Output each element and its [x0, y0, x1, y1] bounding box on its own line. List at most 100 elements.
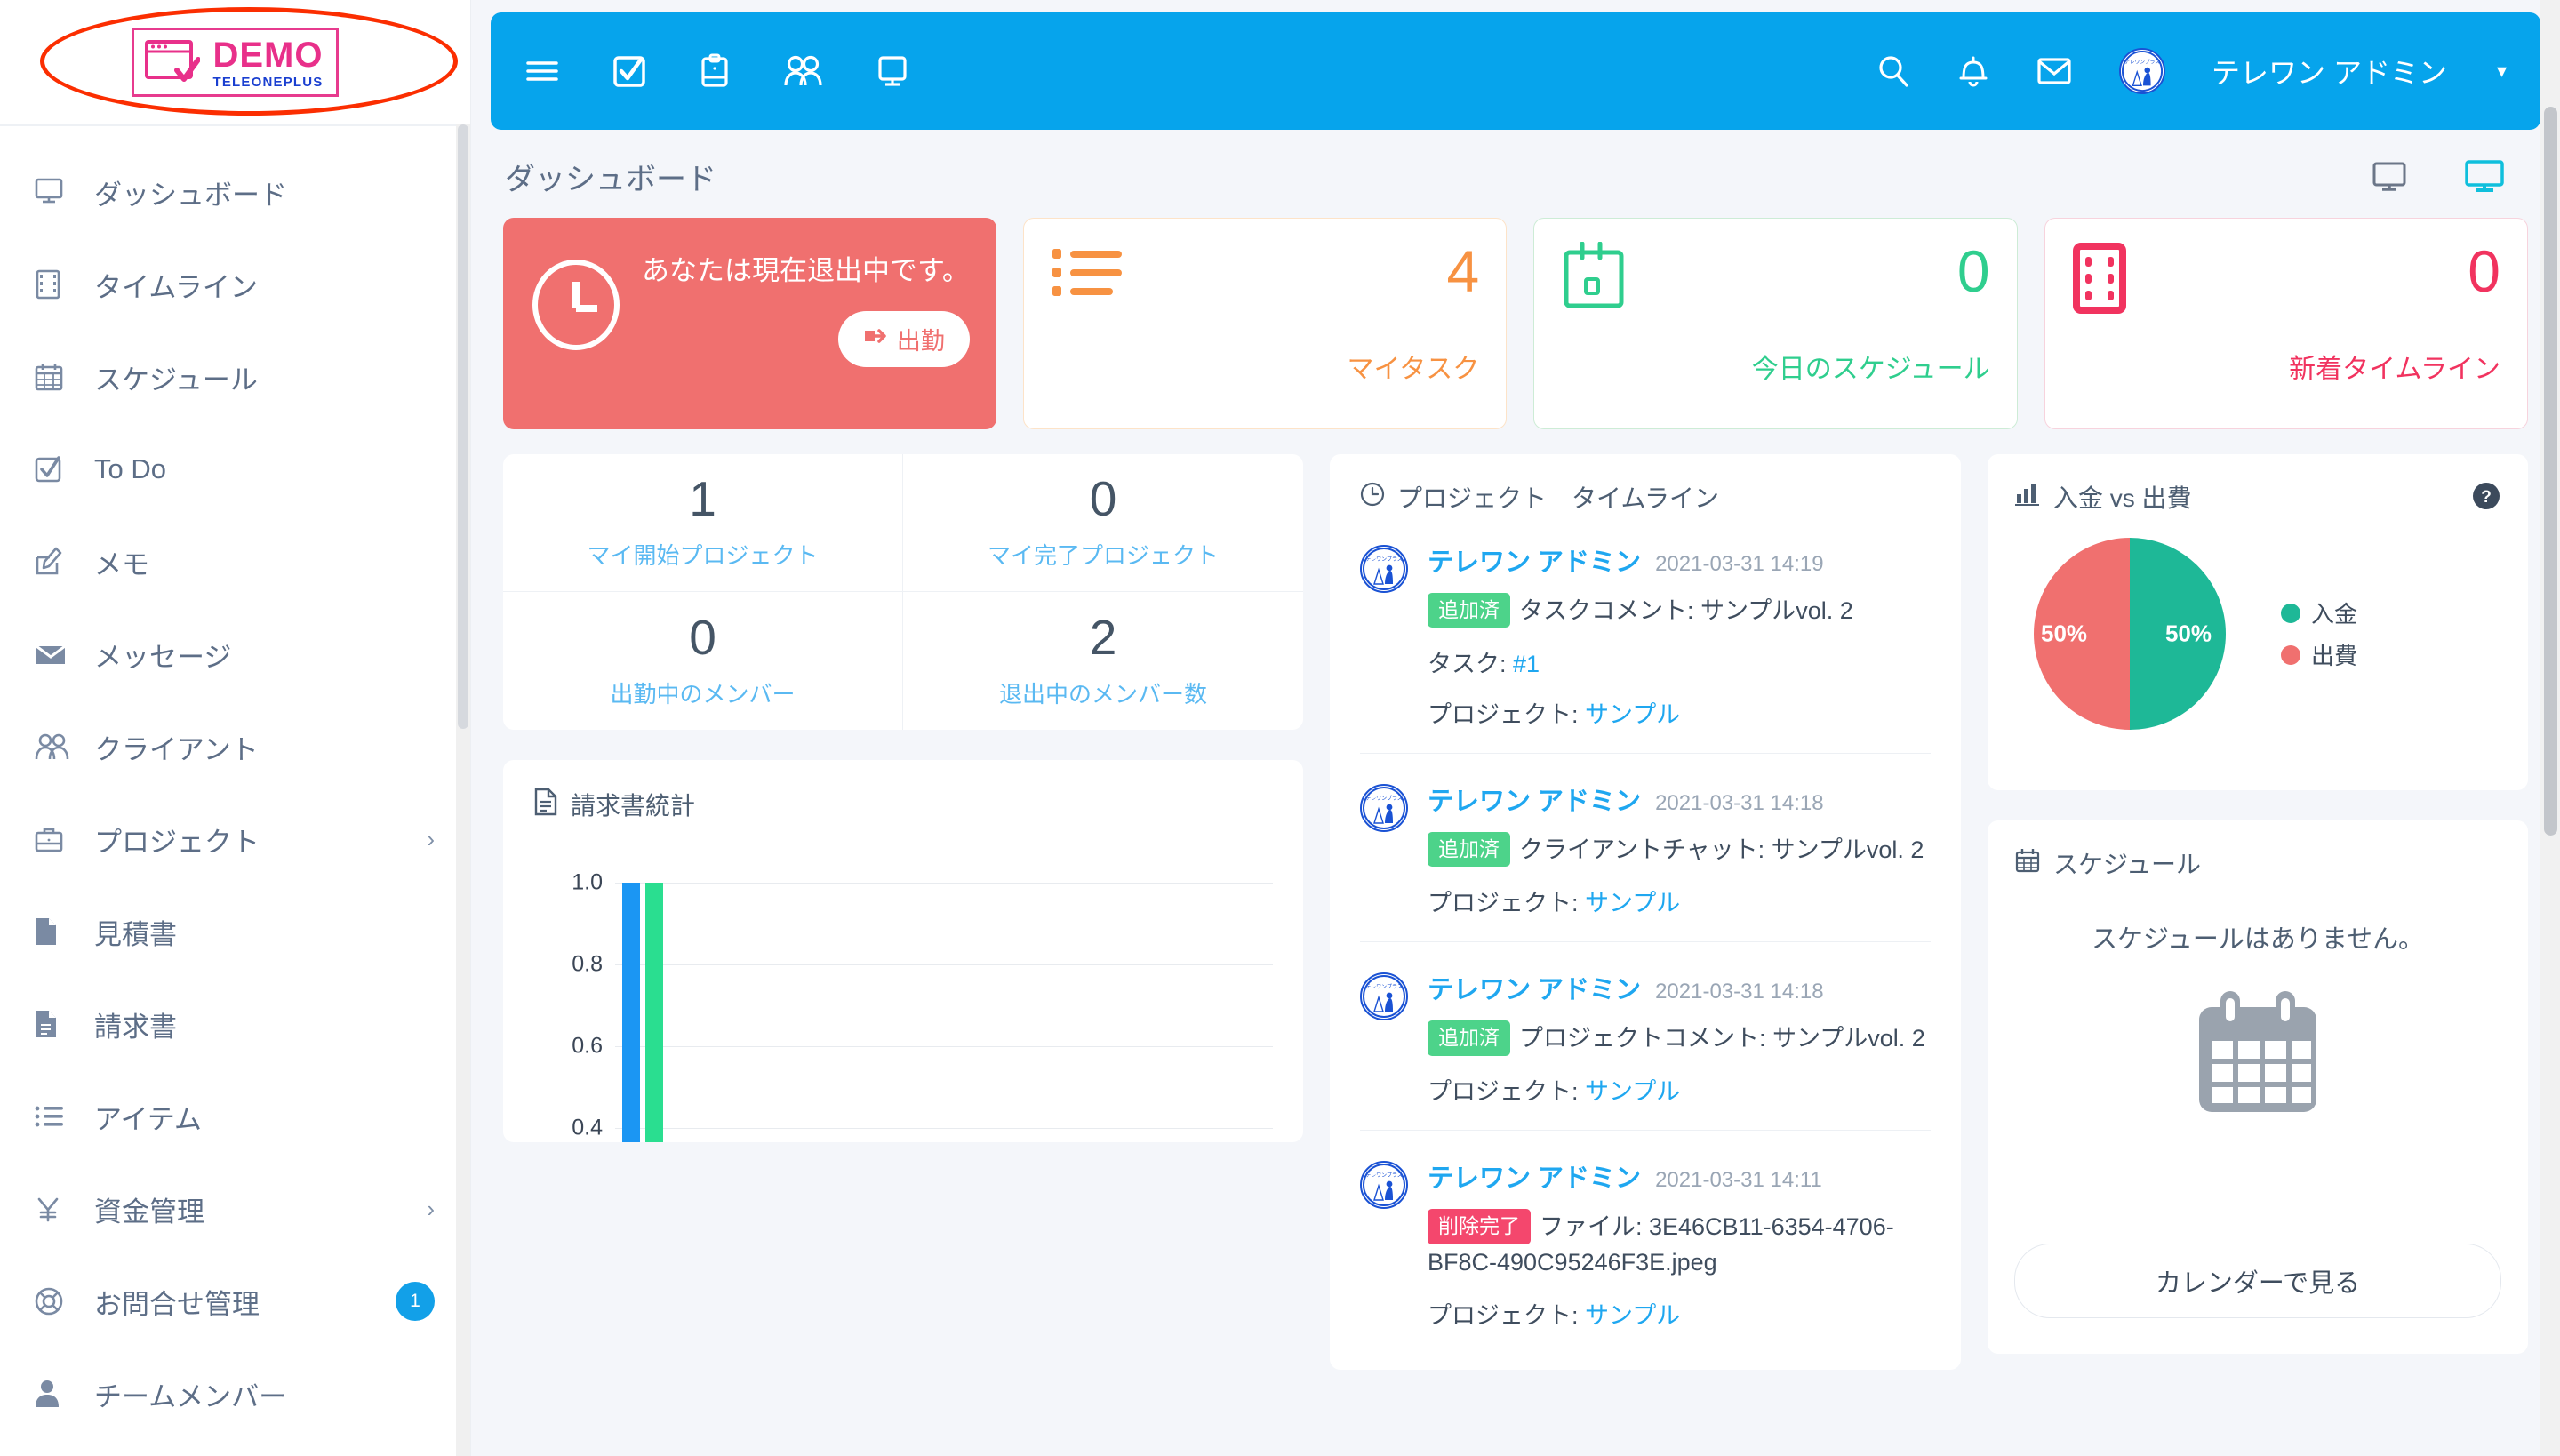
- timeline-meta-value[interactable]: サンプル: [1585, 890, 1680, 916]
- timeline-body: テレワン アドミン 2021-03-31 14:18 追加済 クライアントチャット: …: [1428, 780, 1931, 918]
- sidebar-item-0[interactable]: ダッシュボード: [0, 146, 470, 238]
- sidebar-item-1[interactable]: タイムライン: [0, 238, 470, 331]
- timeline-item: テレワンプラス テレワン アドミン 2021-03-31 14:18 追加済 プロジェク…: [1360, 942, 1931, 1132]
- avatar[interactable]: テレワンプラス: [1360, 545, 1408, 593]
- timeline-meta-label: タスク:: [1428, 651, 1514, 678]
- sidebar-item-5[interactable]: メッセージ: [0, 608, 470, 700]
- sidebar-item-9[interactable]: 請求書: [0, 978, 470, 1070]
- calendar-icon: [2014, 847, 2041, 880]
- search-icon[interactable]: [1876, 53, 1911, 89]
- sidebar-item-label: クライアント: [94, 733, 259, 765]
- sidebar-item-10[interactable]: アイテム: [0, 1070, 470, 1163]
- timeline-user[interactable]: テレワン アドミン: [1428, 969, 1641, 1006]
- clock-icon: [530, 259, 622, 356]
- project-stat-cell[interactable]: 1 マイ開始プロジェクト: [503, 454, 903, 592]
- timeline-user[interactable]: テレワン アドミン: [1428, 1157, 1641, 1195]
- avatar[interactable]: テレワンプラス: [1360, 784, 1408, 833]
- users-icon[interactable]: [782, 54, 823, 88]
- clock-icon: [1360, 482, 1385, 513]
- sidebar-item-7[interactable]: プロジェクト ›: [0, 793, 470, 885]
- help-circle-icon[interactable]: ?: [2471, 481, 2501, 517]
- invoice-bar-chart: 1.0 0.8 0.6 0.4: [533, 870, 1273, 1142]
- sidebar-scrollbar[interactable]: [456, 124, 470, 1456]
- stat-card-new-timeline[interactable]: 0 新着タイムライン: [2044, 218, 2528, 429]
- project-stat-cell[interactable]: 0 出勤中のメンバー: [503, 592, 903, 730]
- view-calendar-button[interactable]: カレンダーで見る: [2014, 1244, 2501, 1318]
- timeline-timestamp: 2021-03-31 14:19: [1655, 552, 1824, 576]
- chevron-right-icon[interactable]: ›: [427, 1196, 435, 1223]
- project-stat-value: 0: [1089, 471, 1117, 526]
- project-stat-cell[interactable]: 0 マイ完了プロジェクト: [903, 454, 1303, 592]
- stat-label: 新着タイムライン: [2289, 355, 2500, 384]
- pie-chart-row: 50% 50% 入金 出費: [2014, 538, 2501, 730]
- sidebar-item-13[interactable]: チームメンバー: [0, 1348, 470, 1440]
- stat-label: マイタスク: [1347, 355, 1480, 384]
- invoice-stats-header: 請求書統計: [533, 787, 1273, 822]
- clock-in-button[interactable]: 出勤: [837, 311, 970, 367]
- stat-card-mytask[interactable]: 4 マイタスク: [1022, 218, 1508, 429]
- chevron-down-icon[interactable]: ▾: [2497, 60, 2507, 83]
- stat-value: 4: [1446, 238, 1480, 304]
- project-stat-value: 2: [1089, 609, 1117, 665]
- envelope-icon[interactable]: [2036, 55, 2073, 87]
- sidebar-item-6[interactable]: クライアント: [0, 700, 470, 793]
- timeline-meta-value[interactable]: サンプル: [1585, 1302, 1680, 1329]
- svg-text:テレワンプラス: テレワンプラス: [1365, 1172, 1403, 1179]
- timeline-meta-value[interactable]: サンプル: [1585, 701, 1680, 728]
- status-badge: 追加済: [1428, 593, 1510, 628]
- sidebar-item-3[interactable]: To Do: [0, 423, 470, 516]
- pie-slice-label-expense: 50%: [2041, 620, 2088, 647]
- dashboard-content: あなたは現在退出中です。 出勤 4 マイタスク 0 今日のスケジュール 0 新着…: [471, 198, 2560, 1370]
- timeline-user[interactable]: テレワン アドミン: [1428, 541, 1641, 579]
- user-name[interactable]: テレワン アドミン: [2212, 51, 2447, 92]
- timeline-item: テレワンプラス テレワン アドミン 2021-03-31 14:19 追加済 タスクコメ…: [1360, 515, 1931, 755]
- monitor-icon[interactable]: [875, 53, 910, 89]
- brand-logo[interactable]: DEMO TELEONEPLUS: [0, 0, 470, 124]
- timeline-header: プロジェクト タイムライン: [1360, 479, 1931, 515]
- page-header: ダッシュボード: [471, 130, 2560, 198]
- chevron-right-icon[interactable]: ›: [427, 826, 435, 853]
- file-icon: [34, 916, 75, 947]
- sidebar-scrollbar-thumb[interactable]: [458, 124, 468, 729]
- timeline-item: テレワンプラス テレワン アドミン 2021-03-31 14:18 追加済 クライアン…: [1360, 754, 1931, 943]
- svg-text:?: ?: [2481, 488, 2492, 507]
- sidebar-item-label: プロジェクト: [94, 826, 260, 858]
- stat-card-today-schedule[interactable]: 0 今日のスケジュール: [1533, 218, 2018, 429]
- monitor-filled-icon[interactable]: [2462, 157, 2507, 196]
- timeline-meta-value[interactable]: サンプル: [1585, 1078, 1680, 1105]
- avatar[interactable]: テレワンプラス: [1360, 1161, 1408, 1210]
- monitor-outline-icon[interactable]: [2370, 159, 2409, 195]
- sidebar-item-label: メモ: [94, 548, 149, 580]
- sidebar-item-badge: 1: [396, 1282, 435, 1321]
- avatar[interactable]: テレワンプラス: [1360, 972, 1408, 1021]
- chart-y-tick-label: 1.0: [572, 869, 603, 895]
- list-icon: [34, 1104, 75, 1129]
- clipboard-icon[interactable]: [699, 53, 731, 89]
- pie-chart: 50% 50%: [2034, 538, 2226, 730]
- timeline-user[interactable]: テレワン アドミン: [1428, 780, 1641, 818]
- yen-icon: [34, 1195, 75, 1223]
- bell-icon[interactable]: [1957, 53, 1989, 89]
- column-middle: プロジェクト タイムライン テレワンプラス テレワン アドミン 2021-03-31…: [1330, 454, 1961, 1370]
- sidebar-item-8[interactable]: 見積書: [0, 885, 470, 978]
- calendar-large-icon: [2187, 988, 2329, 1130]
- project-stat-cell[interactable]: 2 退出中のメンバー数: [903, 592, 1303, 730]
- hamburger-icon[interactable]: [524, 58, 560, 84]
- avatar[interactable]: テレワンプラス: [2119, 48, 2166, 94]
- timeline-meta-project: プロジェクト: サンプル: [1428, 884, 1931, 918]
- main-scrollbar[interactable]: [2540, 0, 2560, 1456]
- main-scrollbar-thumb[interactable]: [2544, 107, 2557, 836]
- film-icon: [2072, 242, 2127, 319]
- column-left: 1 マイ開始プロジェクト 0 マイ完了プロジェクト 0 出勤中のメンバー 2 退…: [503, 454, 1303, 1142]
- user-icon: [34, 1379, 75, 1409]
- timeline-meta-value[interactable]: #1: [1513, 651, 1540, 677]
- income-expense-panel: 入金 vs 出費 ? 50% 50% 入金 出費: [1988, 454, 2528, 790]
- sidebar-item-11[interactable]: 資金管理 ›: [0, 1163, 470, 1255]
- sidebar-item-12[interactable]: お問合せ管理 1: [0, 1255, 470, 1348]
- sidebar-item-2[interactable]: スケジュール: [0, 331, 470, 423]
- chart-gridline: [615, 1128, 1273, 1129]
- sidebar-item-14[interactable]: タイムカード: [0, 1440, 470, 1456]
- sidebar-item-4[interactable]: メモ: [0, 516, 470, 608]
- pie-legend: 入金 出費: [2281, 596, 2357, 671]
- check-square-icon[interactable]: [612, 53, 647, 89]
